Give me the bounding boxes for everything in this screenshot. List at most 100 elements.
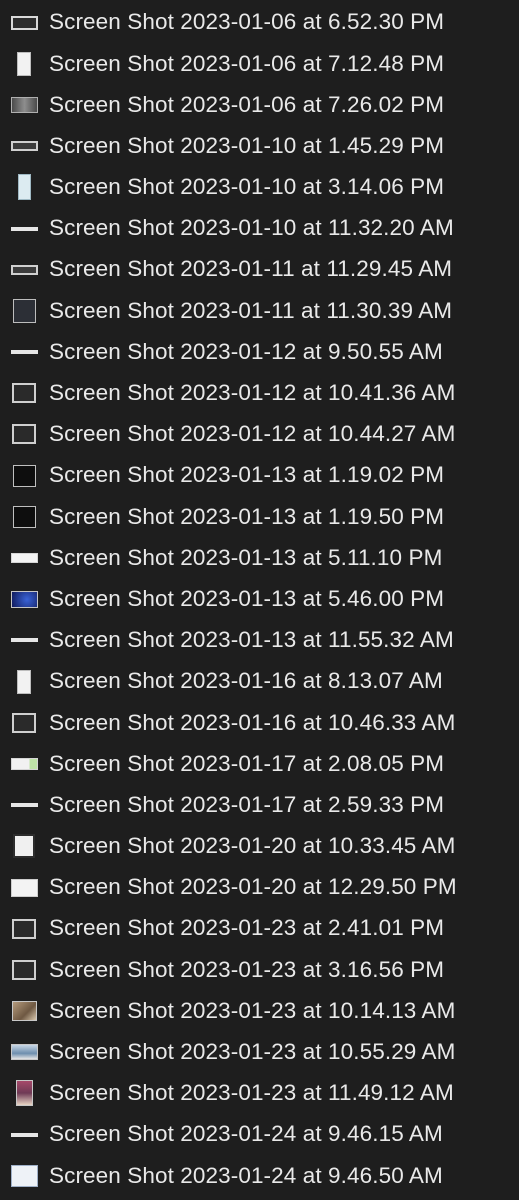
file-name: Screen Shot 2023-01-23 at 10.55.29 AM — [49, 1039, 456, 1065]
file-list: Screen Shot 2023-01-06 at 6.52.30 PM Scre… — [0, 0, 519, 1200]
screenshot-thumbnail-icon — [12, 959, 36, 980]
file-row[interactable]: Screen Shot 2023-01-11 at 11.30.39 AM — [0, 290, 519, 331]
file-row[interactable]: Screen Shot 2023-01-16 at 10.46.33 AM — [0, 702, 519, 743]
file-name: Screen Shot 2023-01-16 at 10.46.33 AM — [49, 709, 456, 735]
file-name: Screen Shot 2023-01-24 at 9.46.15 AM — [49, 1121, 443, 1147]
screenshot-thumbnail-icon — [10, 1044, 38, 1061]
file-row[interactable]: Screen Shot 2023-01-23 at 10.14.13 AM — [0, 991, 519, 1032]
screenshot-thumbnail-icon — [10, 141, 38, 152]
file-name: Screen Shot 2023-01-10 at 3.14.06 PM — [49, 174, 445, 200]
file-row[interactable]: Screen Shot 2023-01-17 at 2.59.33 PM — [0, 785, 519, 826]
screenshot-thumbnail-icon — [10, 1132, 38, 1137]
file-thumbnail-icon — [10, 1161, 38, 1191]
file-row[interactable]: Screen Shot 2023-01-23 at 3.16.56 PM — [0, 949, 519, 990]
file-name: Screen Shot 2023-01-23 at 3.16.56 PM — [49, 956, 445, 982]
file-thumbnail-icon — [10, 831, 38, 861]
file-row[interactable]: Screen Shot 2023-01-10 at 3.14.06 PM — [0, 167, 519, 208]
file-name: Screen Shot 2023-01-13 at 5.11.10 PM — [49, 544, 443, 570]
file-thumbnail-icon — [10, 996, 38, 1026]
file-thumbnail-icon — [10, 337, 38, 367]
file-name: Screen Shot 2023-01-24 at 9.46.50 AM — [49, 1162, 443, 1188]
file-row[interactable]: Screen Shot 2023-01-13 at 1.19.02 PM — [0, 455, 519, 496]
file-row[interactable]: Screen Shot 2023-01-11 at 11.29.45 AM — [0, 249, 519, 290]
file-name: Screen Shot 2023-01-06 at 7.26.02 PM — [49, 91, 445, 117]
file-row[interactable]: Screen Shot 2023-01-16 at 8.13.07 AM — [0, 661, 519, 702]
file-name: Screen Shot 2023-01-06 at 7.12.48 PM — [49, 50, 445, 76]
file-name: Screen Shot 2023-01-17 at 2.08.05 PM — [49, 750, 445, 776]
file-row[interactable]: Screen Shot 2023-01-10 at 1.45.29 PM — [0, 126, 519, 167]
file-row[interactable]: Screen Shot 2023-01-24 at 9.46.50 AM — [0, 1155, 519, 1196]
file-thumbnail-icon — [10, 49, 38, 79]
screenshot-thumbnail-icon — [10, 15, 38, 30]
file-thumbnail-icon — [10, 255, 38, 285]
file-name: Screen Shot 2023-01-11 at 11.30.39 AM — [49, 297, 453, 323]
file-row[interactable]: Screen Shot 2023-01-23 at 2.41.01 PM — [0, 908, 519, 949]
file-thumbnail-icon — [10, 749, 38, 779]
file-name: Screen Shot 2023-01-12 at 9.50.55 AM — [49, 338, 443, 364]
file-name: Screen Shot 2023-01-06 at 6.52.30 PM — [49, 9, 445, 35]
file-name: Screen Shot 2023-01-23 at 11.49.12 AM — [49, 1080, 454, 1106]
screenshot-thumbnail-icon — [17, 174, 31, 201]
file-name: Screen Shot 2023-01-13 at 11.55.32 AM — [49, 627, 454, 653]
file-thumbnail-icon — [10, 8, 38, 38]
file-thumbnail-icon — [10, 667, 38, 697]
file-row[interactable]: Screen Shot 2023-01-10 at 11.32.20 AM — [0, 208, 519, 249]
screenshot-thumbnail-icon — [10, 878, 38, 897]
file-name: Screen Shot 2023-01-20 at 12.29.50 PM — [49, 874, 457, 900]
screenshot-thumbnail-icon — [10, 350, 38, 355]
file-row[interactable]: Screen Shot 2023-01-12 at 9.50.55 AM — [0, 332, 519, 373]
screenshot-thumbnail-icon — [12, 464, 36, 487]
file-row[interactable]: Screen Shot 2023-01-06 at 7.12.48 PM — [0, 43, 519, 84]
file-row[interactable]: Screen Shot 2023-01-20 at 12.29.50 PM — [0, 867, 519, 908]
file-row[interactable]: Screen Shot 2023-01-12 at 10.44.27 AM — [0, 414, 519, 455]
file-row[interactable]: Screen Shot 2023-01-06 at 7.26.02 PM — [0, 84, 519, 125]
file-thumbnail-icon — [10, 296, 38, 326]
file-thumbnail-icon — [10, 1120, 38, 1150]
screenshot-thumbnail-icon — [12, 424, 36, 445]
file-thumbnail-icon — [10, 1078, 38, 1108]
file-thumbnail-icon — [10, 419, 38, 449]
screenshot-thumbnail-icon — [12, 505, 36, 528]
file-name: Screen Shot 2023-01-16 at 8.13.07 AM — [49, 668, 443, 694]
file-thumbnail-icon — [10, 625, 38, 655]
file-row[interactable]: Screen Shot 2023-01-17 at 2.08.05 PM — [0, 743, 519, 784]
screenshot-thumbnail-icon — [12, 712, 36, 733]
screenshot-thumbnail-icon — [13, 834, 35, 859]
file-name: Screen Shot 2023-01-13 at 5.46.00 PM — [49, 585, 445, 611]
screenshot-thumbnail-icon — [10, 590, 38, 608]
screenshot-thumbnail-icon — [10, 1164, 38, 1187]
file-thumbnail-icon — [10, 790, 38, 820]
file-row[interactable]: Screen Shot 2023-01-20 at 10.33.45 AM — [0, 826, 519, 867]
file-thumbnail-icon — [10, 1037, 38, 1067]
file-thumbnail-icon — [10, 172, 38, 202]
file-row[interactable]: Screen Shot 2023-01-13 at 5.11.10 PM — [0, 537, 519, 578]
screenshot-thumbnail-icon — [15, 1080, 33, 1107]
file-name: Screen Shot 2023-01-13 at 1.19.50 PM — [49, 503, 445, 529]
screenshot-thumbnail-icon — [17, 669, 31, 694]
screenshot-thumbnail-icon — [12, 383, 36, 404]
file-name: Screen Shot 2023-01-10 at 11.32.20 AM — [49, 215, 454, 241]
screenshot-thumbnail-icon — [10, 553, 38, 564]
file-row[interactable]: Screen Shot 2023-01-13 at 5.46.00 PM — [0, 579, 519, 620]
file-row[interactable]: Screen Shot 2023-01-24 at 9.46.15 AM — [0, 1114, 519, 1155]
file-row[interactable]: Screen Shot 2023-01-12 at 10.41.36 AM — [0, 373, 519, 414]
file-row[interactable]: Screen Shot 2023-01-06 at 6.52.30 PM — [0, 2, 519, 43]
screenshot-thumbnail-icon — [10, 638, 38, 643]
screenshot-thumbnail-icon — [10, 264, 38, 275]
file-thumbnail-icon — [10, 955, 38, 985]
file-thumbnail-icon — [10, 502, 38, 532]
file-name: Screen Shot 2023-01-11 at 11.29.45 AM — [49, 256, 453, 282]
file-row[interactable]: Screen Shot 2023-01-13 at 11.55.32 AM — [0, 620, 519, 661]
screenshot-thumbnail-icon — [10, 96, 38, 113]
file-thumbnail-icon — [10, 873, 38, 903]
screenshot-thumbnail-icon — [10, 757, 38, 770]
file-name: Screen Shot 2023-01-20 at 10.33.45 AM — [49, 833, 456, 859]
file-row[interactable]: Screen Shot 2023-01-13 at 1.19.50 PM — [0, 496, 519, 537]
file-thumbnail-icon — [10, 708, 38, 738]
file-thumbnail-icon — [10, 214, 38, 244]
file-row[interactable]: Screen Shot 2023-01-23 at 10.55.29 AM — [0, 1032, 519, 1073]
file-name: Screen Shot 2023-01-13 at 1.19.02 PM — [49, 462, 445, 488]
screenshot-thumbnail-icon — [10, 803, 38, 808]
screenshot-thumbnail-icon — [12, 298, 36, 323]
file-row[interactable]: Screen Shot 2023-01-23 at 11.49.12 AM — [0, 1073, 519, 1114]
